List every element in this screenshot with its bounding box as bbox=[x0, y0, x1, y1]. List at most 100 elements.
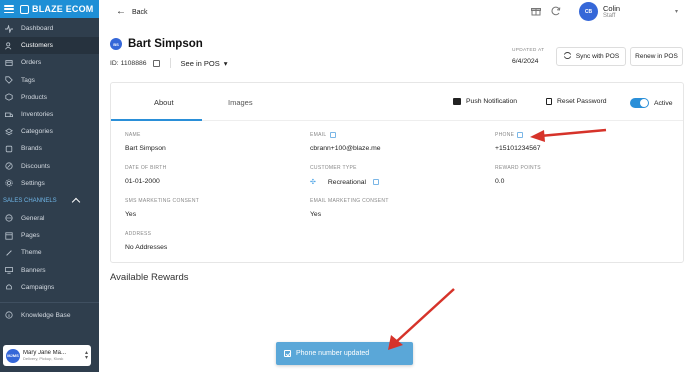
sidebar-item-knowledge-base[interactable]: Knowledge Base bbox=[0, 307, 99, 324]
user-avatar: CB bbox=[579, 2, 598, 21]
user-menu[interactable]: CB Colin Staff ▾ bbox=[579, 2, 678, 21]
see-in-pos-dropdown[interactable]: See in POS ▾ bbox=[181, 59, 228, 68]
field-value: Recreational bbox=[327, 178, 367, 186]
sidebar-divider bbox=[0, 301, 99, 303]
sidebar-item-brands[interactable]: Brands bbox=[0, 140, 99, 157]
active-label: Active bbox=[654, 99, 673, 107]
sidebar-item-banners[interactable]: Banners bbox=[0, 261, 99, 278]
users-icon bbox=[5, 42, 13, 50]
sidebar-item-inventories[interactable]: Inventories bbox=[0, 106, 99, 123]
customer-card: About Images Push Notification Reset Pas… bbox=[110, 82, 684, 263]
sidebar-item-pages[interactable]: Pages bbox=[0, 227, 99, 244]
sync-with-pos-button[interactable]: Sync with POS bbox=[556, 47, 626, 66]
push-notification-button[interactable]: Push Notification bbox=[453, 98, 517, 105]
refresh-icon[interactable] bbox=[551, 6, 561, 18]
brand-logo[interactable]: BLAZE ECOM bbox=[20, 4, 94, 14]
leaf-icon: ✣ bbox=[310, 179, 316, 186]
gift-icon[interactable] bbox=[531, 6, 541, 18]
lock-icon bbox=[546, 98, 552, 105]
sales-channels-toggle[interactable]: SALES CHANNELS bbox=[0, 192, 99, 210]
sidebar-item-label: Orders bbox=[21, 59, 42, 67]
checkbox-icon bbox=[284, 350, 291, 357]
sidebar-item-campaigns[interactable]: Campaigns bbox=[0, 279, 99, 296]
customer-name: Bart Simpson bbox=[128, 38, 203, 50]
sidebar-item-general[interactable]: General bbox=[0, 210, 99, 227]
orders-icon bbox=[5, 59, 13, 67]
reset-label: Reset Password bbox=[557, 98, 607, 105]
truck-icon bbox=[5, 111, 13, 119]
field-value: Yes bbox=[310, 211, 322, 218]
hamburger-menu-icon[interactable] bbox=[4, 5, 14, 13]
edit-icon[interactable] bbox=[373, 179, 380, 185]
blaze-logo-icon bbox=[20, 4, 29, 14]
about-fields: NAME Bart Simpson EMAIL cbrann+100@blaze… bbox=[125, 132, 685, 258]
tab-images[interactable]: Images bbox=[228, 98, 253, 107]
customer-header: BS Bart Simpson ID: 1108886 See in POS ▾ bbox=[110, 38, 228, 68]
sidebar-item-label: Banners bbox=[21, 266, 46, 274]
field-dob: DATE OF BIRTH 01-01-2000 bbox=[125, 165, 167, 185]
field-value: Yes bbox=[125, 211, 137, 218]
field-value: +15101234567 bbox=[495, 145, 541, 152]
sidebar-item-label: Campaigns bbox=[21, 283, 55, 291]
sidebar-item-products[interactable]: Products bbox=[0, 89, 99, 106]
field-label: SMS MARKETING CONSENT bbox=[125, 198, 200, 204]
see-in-pos-label: See in POS bbox=[180, 58, 220, 68]
updated-at: UPDATED AT 6/4/2024 bbox=[512, 48, 544, 65]
toggle-switch[interactable] bbox=[630, 98, 649, 108]
field-address: ADDRESS No Addresses bbox=[125, 231, 167, 251]
sidebar-item-tags[interactable]: Tags bbox=[0, 72, 99, 89]
updated-at-label: UPDATED AT bbox=[512, 48, 545, 53]
field-label: NAME bbox=[125, 132, 141, 138]
tabs-row: About Images Push Notification Reset Pas… bbox=[111, 83, 683, 121]
field-phone: PHONE +15101234567 bbox=[495, 132, 541, 152]
sidebar-item-label: Inventories bbox=[21, 111, 54, 119]
active-toggle[interactable]: Active bbox=[630, 98, 673, 108]
bell-icon bbox=[5, 283, 13, 291]
discount-icon bbox=[5, 162, 13, 170]
mail-icon bbox=[453, 98, 461, 105]
field-value: 01-01-2000 bbox=[125, 178, 160, 185]
sidebar-item-customers[interactable]: Customers bbox=[0, 37, 99, 55]
chevron-down-icon: ▾ bbox=[223, 58, 228, 68]
banner-icon bbox=[5, 266, 13, 274]
store-subtitle: Delivery, Pickup, Kiosk bbox=[23, 356, 64, 361]
renew-in-pos-button[interactable]: Renew in POS bbox=[630, 47, 683, 66]
user-name: Colin bbox=[603, 4, 621, 13]
tab-about[interactable]: About bbox=[154, 98, 174, 107]
field-label: PHONE bbox=[495, 132, 515, 138]
field-value: 0.0 bbox=[495, 178, 505, 185]
field-name: NAME Bart Simpson bbox=[125, 132, 166, 152]
active-tab-indicator bbox=[111, 119, 202, 121]
sidebar-item-label: Customers bbox=[21, 42, 53, 50]
toast-notification[interactable]: Phone number updated bbox=[276, 342, 413, 365]
back-button[interactable]: ← Back bbox=[116, 7, 148, 17]
sidebar-item-settings[interactable]: Settings bbox=[0, 175, 99, 192]
store-switcher[interactable]: MJMS Mary Jane Ma... Delivery, Pickup, K… bbox=[3, 345, 91, 366]
sidebar: BLAZE ECOM Dashboard Customers Orders Ta… bbox=[0, 0, 99, 372]
field-label: EMAIL MARKETING CONSENT bbox=[310, 198, 389, 204]
sidebar-item-theme[interactable]: Theme bbox=[0, 244, 99, 261]
field-label: EMAIL bbox=[310, 132, 327, 138]
main-content: ← Back CB Colin Staff ▾ BS Bart Simpson … bbox=[99, 0, 688, 372]
section-label: SALES CHANNELS bbox=[3, 197, 57, 204]
field-value: No Addresses bbox=[125, 244, 168, 251]
sidebar-item-discounts[interactable]: Discounts bbox=[0, 158, 99, 175]
copy-icon[interactable] bbox=[152, 59, 160, 67]
sidebar-item-orders[interactable]: Orders bbox=[0, 54, 99, 71]
edit-icon[interactable] bbox=[329, 132, 336, 138]
sidebar-item-label: Dashboard bbox=[21, 25, 54, 33]
field-reward-points: REWARD POINTS 0.0 bbox=[495, 165, 541, 185]
user-role: Staff bbox=[603, 13, 616, 19]
push-label: Push Notification bbox=[466, 98, 518, 105]
field-email: EMAIL cbrann+100@blaze.me bbox=[310, 132, 381, 152]
edit-icon[interactable] bbox=[517, 132, 524, 138]
field-label: ADDRESS bbox=[125, 231, 152, 237]
reset-password-button[interactable]: Reset Password bbox=[546, 98, 607, 105]
sidebar-item-label: Knowledge Base bbox=[21, 311, 71, 319]
sidebar-item-dashboard[interactable]: Dashboard bbox=[0, 20, 99, 37]
renew-label: Renew in POS bbox=[635, 53, 678, 60]
sidebar-item-label: Theme bbox=[21, 249, 42, 257]
sidebar-item-label: Settings bbox=[21, 179, 45, 187]
field-label: CUSTOMER TYPE bbox=[310, 165, 357, 171]
sidebar-item-categories[interactable]: Categories bbox=[0, 123, 99, 140]
